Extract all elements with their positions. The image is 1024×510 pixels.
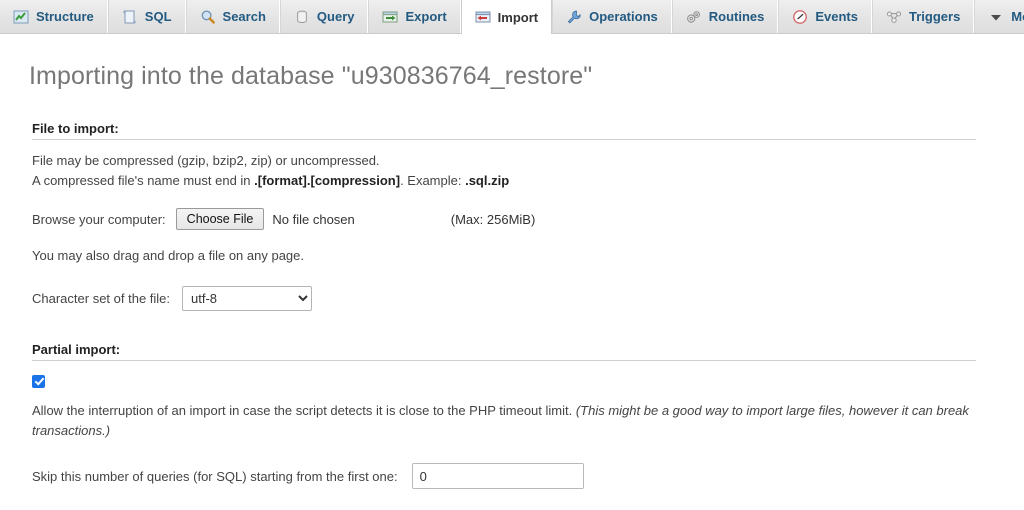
file-to-import-legend: File to import: xyxy=(32,121,1000,136)
tab-structure[interactable]: Structure xyxy=(0,0,108,33)
tab-operations-label: Operations xyxy=(589,10,658,23)
tab-query-label: Query xyxy=(317,10,355,23)
structure-icon xyxy=(13,9,29,25)
allow-interrupt-note: Allow the interruption of an import in c… xyxy=(32,401,976,441)
triggers-icon xyxy=(886,9,902,25)
allow-interrupt-note-plain: Allow the interruption of an import in c… xyxy=(32,403,576,418)
tab-routines-label: Routines xyxy=(709,10,765,23)
tab-export-label: Export xyxy=(405,10,446,23)
browse-file-row: Browse your computer: Choose File No fil… xyxy=(32,207,1000,231)
max-upload-size-text: (Max: 256MiB) xyxy=(451,212,536,227)
compression-example-token: .sql.zip xyxy=(465,173,509,188)
tab-search[interactable]: Search xyxy=(186,0,280,33)
export-icon xyxy=(382,9,398,25)
compression-note-line1: File may be compressed (gzip, bzip2, zip… xyxy=(32,151,1000,171)
drag-drop-note: You may also drag and drop a file on any… xyxy=(32,246,1000,266)
tab-events[interactable]: Events xyxy=(778,0,872,33)
tab-triggers[interactable]: Triggers xyxy=(872,0,974,33)
charset-select[interactable]: utf-8 xyxy=(182,286,312,311)
compression-note-mid: . Example: xyxy=(400,173,465,188)
tab-import-label: Import xyxy=(498,11,538,24)
allow-interrupt-checkbox[interactable] xyxy=(32,375,45,388)
tab-routines[interactable]: Routines xyxy=(672,0,779,33)
no-file-chosen-text: No file chosen xyxy=(272,212,354,227)
tab-query[interactable]: Query xyxy=(280,0,369,33)
tab-operations[interactable]: Operations xyxy=(552,0,672,33)
charset-label: Character set of the file: xyxy=(32,291,170,306)
compression-note-prefix: A compressed file's name must end in xyxy=(32,173,254,188)
routines-icon xyxy=(686,9,702,25)
import-icon xyxy=(475,9,491,25)
skip-queries-input[interactable] xyxy=(412,463,584,489)
query-icon xyxy=(294,9,310,25)
import-page-content: Importing into the database "u930836764_… xyxy=(0,62,1024,489)
sql-icon xyxy=(122,9,138,25)
tab-sql-label: SQL xyxy=(145,10,172,23)
choose-file-button[interactable]: Choose File xyxy=(176,208,265,230)
browse-label: Browse your computer: xyxy=(32,212,166,227)
wrench-icon xyxy=(566,9,582,25)
file-to-import-divider xyxy=(32,139,976,140)
tab-structure-label: Structure xyxy=(36,10,94,23)
clock-icon xyxy=(792,9,808,25)
charset-row: Character set of the file: utf-8 xyxy=(32,285,1000,311)
allow-interrupt-row xyxy=(32,375,1000,388)
tab-more-label: More xyxy=(1011,10,1024,23)
main-tab-bar: Structure SQL Search Query xyxy=(0,0,1024,34)
skip-queries-label: Skip this number of queries (for SQL) st… xyxy=(32,469,398,484)
compression-format-token: .[format].[compression] xyxy=(254,173,400,188)
tab-events-label: Events xyxy=(815,10,858,23)
tab-export[interactable]: Export xyxy=(368,0,460,33)
tab-more[interactable]: More xyxy=(974,0,1024,33)
tab-search-label: Search xyxy=(223,10,266,23)
search-icon xyxy=(200,9,216,25)
tab-sql[interactable]: SQL xyxy=(108,0,186,33)
partial-import-legend: Partial import: xyxy=(32,342,1000,357)
tab-triggers-label: Triggers xyxy=(909,10,960,23)
tab-import[interactable]: Import xyxy=(461,0,552,34)
compression-note-line2: A compressed file's name must end in .[f… xyxy=(32,171,1000,191)
page-title: Importing into the database "u930836764_… xyxy=(29,62,1000,91)
partial-import-divider xyxy=(32,360,976,361)
chevron-down-icon xyxy=(988,9,1004,25)
skip-queries-row: Skip this number of queries (for SQL) st… xyxy=(32,463,1000,489)
